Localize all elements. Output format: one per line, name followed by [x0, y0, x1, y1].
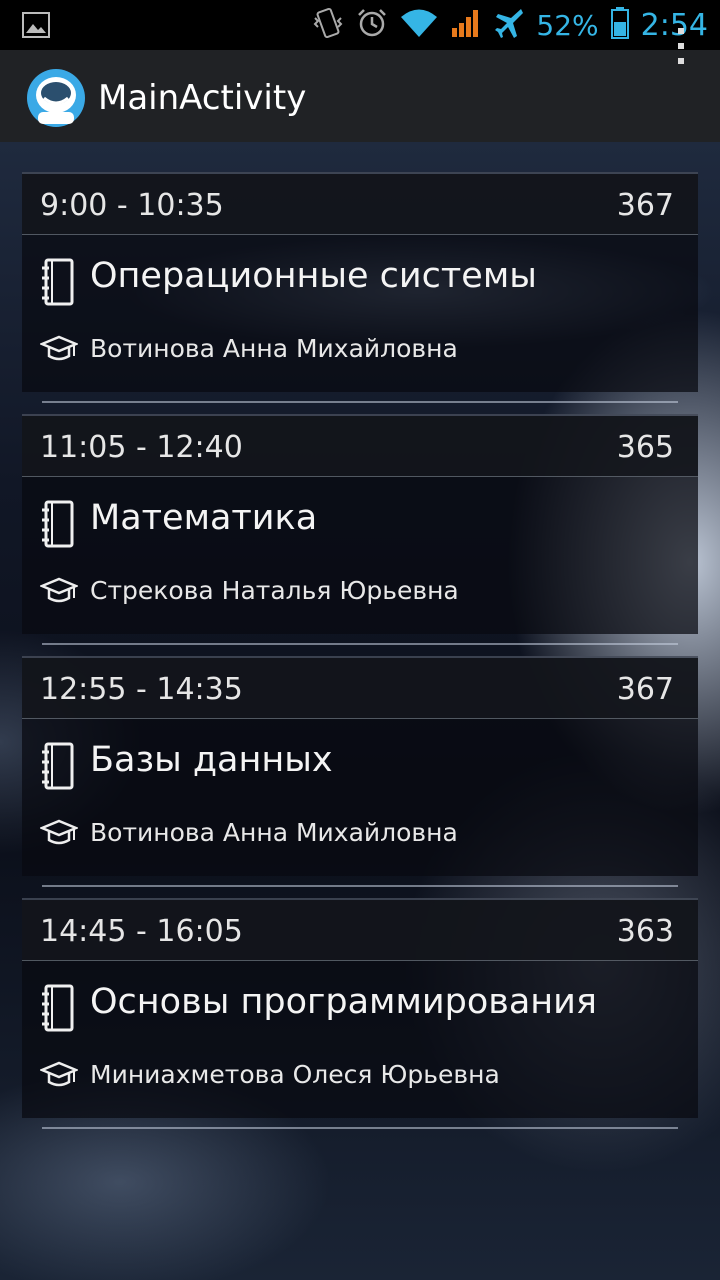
vibrate-icon: [312, 6, 344, 44]
schedule-card[interactable]: 9:00 - 10:35 367 Операционные системы Во…: [22, 172, 698, 403]
notebook-icon: [40, 500, 76, 548]
schedule-list: 9:00 - 10:35 367 Операционные системы Во…: [22, 172, 698, 1140]
schedule-card[interactable]: 11:05 - 12:40 365 Математика Стрекова На…: [22, 414, 698, 645]
room-number: 365: [616, 430, 674, 465]
teacher-name: Стрекова Наталья Юрьевна: [90, 576, 459, 605]
image-icon: [22, 12, 50, 42]
battery-percent: 52%: [536, 8, 599, 42]
lesson-time: 9:00 - 10:35: [40, 188, 224, 223]
schedule-card[interactable]: 14:45 - 16:05 363 Основы программировани…: [22, 898, 698, 1129]
card-header: 12:55 - 14:35 367: [22, 658, 698, 719]
card-header: 9:00 - 10:35 367: [22, 174, 698, 235]
subject-name: Математика: [90, 498, 318, 538]
notebook-icon: [40, 742, 76, 790]
graduation-cap-icon: [38, 334, 80, 364]
lesson-time: 14:45 - 16:05: [40, 914, 243, 949]
graduation-cap-icon: [38, 818, 80, 848]
card-header: 14:45 - 16:05 363: [22, 900, 698, 961]
lesson-time: 11:05 - 12:40: [40, 430, 243, 465]
card-header: 11:05 - 12:40 365: [22, 416, 698, 477]
subject-name: Операционные системы: [90, 256, 537, 296]
action-bar: MainActivity: [0, 50, 720, 142]
wifi-icon: [400, 8, 438, 42]
lesson-time: 12:55 - 14:35: [40, 672, 243, 707]
status-bar: 52% 2:54: [0, 0, 720, 50]
subject-name: Основы программирования: [90, 982, 597, 1022]
teacher-name: Миниахметова Олеся Юрьевна: [90, 1060, 500, 1089]
graduation-cap-icon: [38, 1060, 80, 1090]
signal-icon: [450, 8, 482, 42]
overflow-menu-icon[interactable]: [678, 28, 684, 64]
notebook-icon: [40, 984, 76, 1032]
schedule-card[interactable]: 12:55 - 14:35 367 Базы данных Вотинова А…: [22, 656, 698, 887]
subject-name: Базы данных: [90, 740, 333, 780]
alarm-icon: [356, 7, 388, 43]
room-number: 367: [616, 672, 674, 707]
battery-icon: [610, 7, 629, 43]
airplane-icon: [494, 8, 524, 42]
teacher-name: Вотинова Анна Михайловна: [90, 334, 458, 363]
app-logo-icon[interactable]: [26, 68, 86, 128]
graduation-cap-icon: [38, 576, 80, 606]
room-number: 363: [616, 914, 674, 949]
room-number: 367: [616, 188, 674, 223]
teacher-name: Вотинова Анна Михайловна: [90, 818, 458, 847]
notebook-icon: [40, 258, 76, 306]
clock: 2:54: [640, 7, 708, 43]
app-title: MainActivity: [98, 78, 307, 118]
